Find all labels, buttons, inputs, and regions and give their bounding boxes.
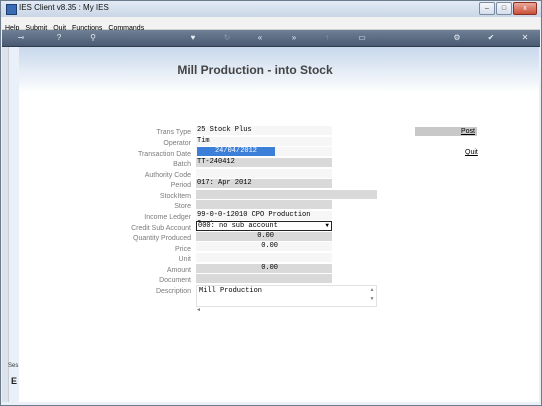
window-title: IES Client v8.35 : My IES xyxy=(19,3,109,12)
page-icon[interactable]: ▭ xyxy=(357,33,367,43)
close-icon[interactable]: ✕ xyxy=(520,33,530,43)
store-field[interactable] xyxy=(196,200,332,209)
search-icon[interactable]: ⚲ xyxy=(88,33,98,43)
key-icon[interactable]: ⊸ xyxy=(10,33,32,43)
label-amount: Amount xyxy=(166,267,191,274)
income-ledger-field[interactable]: 99-0-0-12010 CPO Production Costs xyxy=(196,211,332,228)
label-operator: Operator xyxy=(163,140,191,147)
unit-field[interactable] xyxy=(196,253,332,262)
label-period: Period xyxy=(170,182,191,189)
main-content: Mill Production - into Stock Trans Type … xyxy=(19,47,539,402)
document-field[interactable] xyxy=(196,274,332,283)
batch-field[interactable]: TT-240412 xyxy=(196,158,332,167)
label-authority-code: Authority Code xyxy=(144,172,191,179)
close-window-button[interactable]: x xyxy=(513,2,537,15)
period-field[interactable]: 017: Apr 2012 xyxy=(196,179,332,188)
quit-link[interactable]: Quit xyxy=(465,148,478,157)
up-icon[interactable]: ↑ xyxy=(322,33,332,43)
app-window: IES Client v8.35 : My IES – □ x Help Subm… xyxy=(0,0,542,406)
maximize-button[interactable]: □ xyxy=(496,2,512,15)
page-title: Mill Production - into Stock xyxy=(177,63,333,77)
label-unit: Unit xyxy=(178,256,191,263)
trans-type-field[interactable]: 25 Stock Plus xyxy=(196,126,332,135)
stockitem-field[interactable] xyxy=(196,190,377,199)
side-panel xyxy=(2,47,9,402)
label-transaction-date: Transaction Date xyxy=(137,151,191,158)
post-button[interactable]: Post xyxy=(415,127,477,136)
quantity-produced-field[interactable]: 0.00 xyxy=(196,232,332,241)
label-document: Document xyxy=(159,277,191,284)
amount-field[interactable]: 0.00 xyxy=(196,264,332,273)
check-icon[interactable]: ✔ xyxy=(486,33,496,43)
label-trans-type: Trans Type xyxy=(156,129,191,136)
app-icon xyxy=(6,4,17,15)
label-quantity-produced: Quantity Produced xyxy=(133,235,191,242)
label-store: Store xyxy=(174,203,191,210)
label-credit-sub-account: Credit Sub Account xyxy=(131,225,191,232)
heart-icon[interactable]: ♥ xyxy=(188,33,198,43)
chevron-down-icon[interactable]: ▼ xyxy=(325,222,329,230)
transaction-date-field[interactable]: 24/04/2012 xyxy=(196,147,332,156)
description-scrollbar[interactable]: ▲ ▼ xyxy=(368,286,376,306)
label-income-ledger: Income Ledger xyxy=(144,214,191,221)
transaction-date-value: 24/04/2012 xyxy=(197,147,275,156)
title-bar: IES Client v8.35 : My IES – □ x xyxy=(1,1,541,17)
label-description: Description xyxy=(155,288,191,295)
sidebar-text: Ses xyxy=(8,363,19,369)
description-hscrollbar[interactable]: ◄ xyxy=(196,307,377,315)
window-controls: – □ x xyxy=(479,2,537,15)
authority-code-field[interactable] xyxy=(196,169,332,178)
label-stockitem: StockItem xyxy=(159,193,191,200)
label-batch: Batch xyxy=(173,161,191,168)
minimize-button[interactable]: – xyxy=(479,2,495,15)
operator-field[interactable]: Tim xyxy=(196,137,332,146)
price-field[interactable]: 0.00 xyxy=(196,242,332,251)
help-icon[interactable]: ? xyxy=(54,33,64,43)
label-price: Price xyxy=(175,246,191,253)
sidebar-letter: E xyxy=(11,376,18,386)
credit-sub-account-select[interactable]: 000: no sub account ▼ xyxy=(196,221,332,231)
settings-icon[interactable]: ⚙ xyxy=(452,33,462,43)
refresh-icon[interactable]: ↻ xyxy=(222,33,232,43)
last-icon[interactable]: » xyxy=(289,33,299,43)
description-textarea[interactable]: Mill Production ▲ ▼ xyxy=(196,285,377,307)
description-value: Mill Production xyxy=(199,287,263,295)
first-icon[interactable]: « xyxy=(255,33,265,43)
credit-sub-account-value: 000: no sub account xyxy=(198,222,278,230)
menu-bar: Help Submit Quit Functions Commands xyxy=(2,17,540,32)
toolbar: ⊸ ? ⚲ ♥ ↻ « » ↑ ▭ ⚙ ✔ ✕ xyxy=(2,30,540,47)
